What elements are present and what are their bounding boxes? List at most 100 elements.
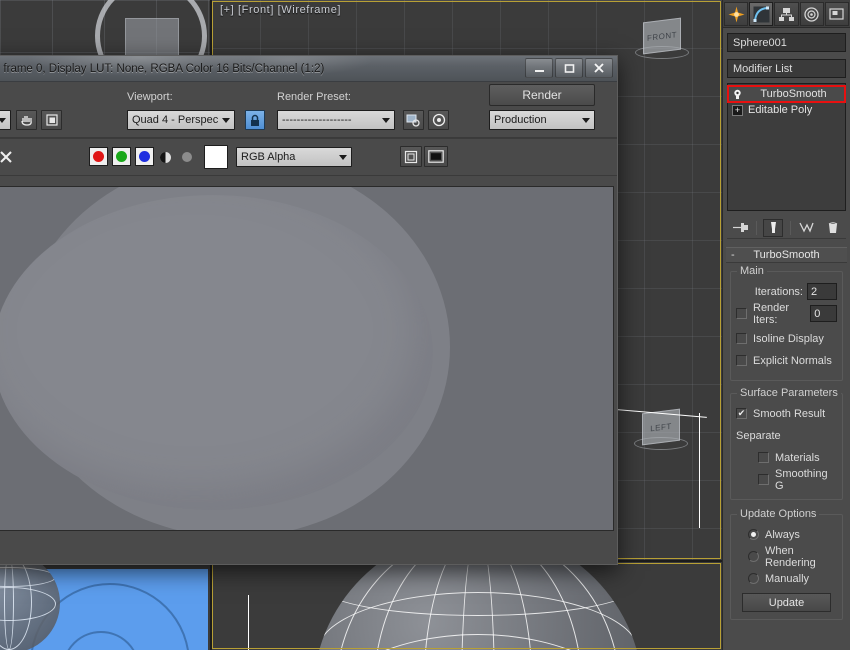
manually-label: Manually bbox=[765, 572, 810, 585]
always-radio[interactable] bbox=[748, 529, 759, 540]
rendered-image-canvas[interactable] bbox=[0, 186, 614, 531]
command-panel: Sphere001 Modifier List TurboSmooth + Ed… bbox=[722, 0, 850, 650]
object-name-field[interactable]: Sphere001 bbox=[727, 33, 846, 52]
render-iters-spinner[interactable]: 0 bbox=[810, 305, 837, 322]
explicit-normals-label: Explicit Normals bbox=[753, 354, 832, 367]
rollout-title: TurboSmooth bbox=[753, 249, 820, 261]
render-iters-label: Render Iters: bbox=[753, 301, 790, 326]
environment-icon[interactable] bbox=[428, 110, 449, 130]
always-row: Always bbox=[748, 525, 837, 544]
viewport-divider[interactable] bbox=[210, 562, 212, 650]
viewport-field-label: Viewport: bbox=[127, 91, 173, 103]
iterations-row: Iterations: 2 bbox=[736, 282, 837, 301]
isoline-display-row: Isoline Display bbox=[736, 329, 837, 348]
smooth-result-label: Smooth Result bbox=[753, 407, 826, 420]
render-mode-combo[interactable]: Production bbox=[489, 110, 595, 130]
viewport-bottom-left[interactable] bbox=[0, 565, 210, 650]
divider bbox=[756, 220, 758, 235]
window-controls bbox=[525, 58, 613, 78]
when-rendering-row: When Rendering bbox=[748, 544, 837, 569]
chevron-down-icon bbox=[339, 155, 347, 160]
collapse-icon[interactable]: - bbox=[731, 249, 735, 261]
pin-icon[interactable] bbox=[730, 219, 750, 237]
materials-checkbox[interactable] bbox=[758, 452, 769, 463]
explicit-normals-checkbox[interactable] bbox=[736, 355, 747, 366]
channel-select-combo[interactable]: RGB Alpha bbox=[236, 147, 352, 167]
viewport-combo-value: Quad 4 - Perspec bbox=[132, 114, 219, 126]
display-tab[interactable] bbox=[824, 2, 850, 26]
modifier-list-dropdown[interactable]: Modifier List bbox=[727, 59, 846, 78]
iterations-spinner[interactable]: 2 bbox=[807, 283, 837, 300]
background-color-swatch[interactable] bbox=[204, 145, 228, 169]
star-icon bbox=[728, 6, 745, 22]
clear-x-icon[interactable] bbox=[0, 147, 16, 167]
red-channel-toggle[interactable] bbox=[89, 147, 108, 166]
maximize-icon[interactable] bbox=[555, 58, 583, 78]
modifier-list-label: Modifier List bbox=[733, 62, 793, 75]
area-to-render-combo[interactable] bbox=[0, 110, 11, 130]
smooth-result-checkbox[interactable]: ✔ bbox=[736, 408, 747, 419]
render-window-titlebar[interactable]: ective, frame 0, Display LUT: None, RGBA… bbox=[0, 56, 617, 82]
render-toolbar-row1: ender: Viewport: Quad 4 - Perspec Render… bbox=[0, 82, 617, 138]
hierarchy-tab[interactable] bbox=[774, 2, 799, 26]
lock-icon[interactable] bbox=[245, 110, 265, 130]
plus-box-icon[interactable]: + bbox=[732, 104, 743, 116]
isoline-display-checkbox[interactable] bbox=[736, 333, 747, 344]
isoline-display-label: Isoline Display bbox=[753, 332, 824, 345]
display-icon bbox=[829, 7, 845, 20]
always-label: Always bbox=[765, 528, 800, 541]
render-window-title: ective, frame 0, Display LUT: None, RGBA… bbox=[0, 62, 325, 75]
separate-label: Separate bbox=[736, 429, 781, 442]
end-result-icon[interactable] bbox=[763, 218, 784, 237]
pan-hand-icon[interactable] bbox=[16, 110, 37, 130]
update-button[interactable]: Update bbox=[742, 593, 831, 612]
smooth-result-row: ✔ Smooth Result bbox=[736, 404, 837, 423]
manually-row: Manually bbox=[748, 569, 837, 588]
minimize-icon[interactable] bbox=[525, 58, 553, 78]
alpha-channel-toggle[interactable] bbox=[179, 149, 195, 165]
when-rendering-label: When Rendering bbox=[765, 544, 816, 569]
hierarchy-icon bbox=[779, 7, 794, 21]
modifier-stack-buttons bbox=[727, 217, 846, 239]
modifier-stack-item-editable-poly[interactable]: + Editable Poly bbox=[728, 102, 845, 118]
render-mode-value: Production bbox=[494, 114, 547, 126]
modifier-label: TurboSmooth bbox=[760, 88, 827, 100]
turbosmooth-rollout: - TurboSmooth Main Iterations: 2 Render … bbox=[726, 247, 847, 620]
render-preset-label: Render Preset: bbox=[277, 91, 351, 103]
command-panel-tabs bbox=[723, 0, 850, 28]
explicit-normals-row: Explicit Normals bbox=[736, 351, 837, 370]
manually-radio[interactable] bbox=[748, 573, 759, 584]
viewcube-front[interactable]: FRONT bbox=[635, 14, 689, 68]
modifier-stack-item-turbosmooth[interactable]: TurboSmooth bbox=[727, 85, 846, 103]
make-unique-icon[interactable] bbox=[797, 219, 817, 237]
render-preset-combo[interactable]: ------------------- bbox=[277, 110, 395, 130]
rollout-header[interactable]: - TurboSmooth bbox=[726, 247, 847, 263]
chevron-down-icon bbox=[0, 118, 6, 123]
render-frame-window[interactable]: ective, frame 0, Display LUT: None, RGBA… bbox=[0, 55, 618, 565]
smoothing-groups-checkbox[interactable] bbox=[758, 474, 769, 485]
mono-channel-toggle[interactable] bbox=[157, 149, 173, 165]
green-channel-toggle[interactable] bbox=[112, 147, 131, 166]
region-icon[interactable] bbox=[41, 110, 62, 130]
create-tab[interactable] bbox=[724, 2, 749, 26]
close-icon[interactable] bbox=[585, 58, 613, 78]
viewport-combo[interactable]: Quad 4 - Perspec bbox=[127, 110, 235, 130]
motion-tab[interactable] bbox=[799, 2, 824, 26]
wireframe-sphere[interactable] bbox=[313, 565, 643, 650]
blue-channel-toggle[interactable] bbox=[135, 147, 154, 166]
render-button[interactable]: Render bbox=[489, 84, 595, 106]
viewport-bottom-right[interactable] bbox=[213, 565, 722, 650]
smoothing-groups-row: Smoothing G bbox=[758, 467, 837, 492]
modifier-label: Editable Poly bbox=[748, 104, 813, 116]
toggle-ui-icon[interactable] bbox=[400, 146, 422, 167]
group-title: Main bbox=[737, 265, 767, 277]
trash-icon[interactable] bbox=[823, 219, 843, 237]
materials-label: Materials bbox=[775, 451, 820, 464]
when-rendering-radio[interactable] bbox=[748, 551, 759, 562]
modifier-stack[interactable]: TurboSmooth + Editable Poly bbox=[727, 83, 846, 211]
render-iters-checkbox[interactable] bbox=[736, 308, 747, 319]
smoothing-groups-label: Smoothing G bbox=[775, 467, 828, 492]
render-setup-icon[interactable] bbox=[403, 110, 424, 130]
duplicate-view-icon[interactable] bbox=[424, 146, 448, 167]
modify-tab[interactable] bbox=[749, 2, 774, 26]
